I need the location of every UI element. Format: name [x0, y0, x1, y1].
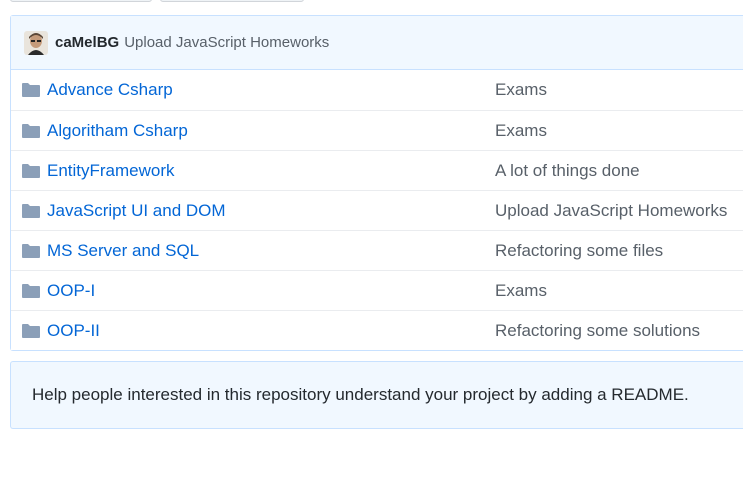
file-name-link[interactable]: OOP-II	[47, 321, 100, 341]
file-commit-message[interactable]: Refactoring some solutions	[495, 321, 700, 341]
top-button-group	[10, 0, 310, 2]
file-row[interactable]: JavaScript UI and DOM Upload JavaScript H…	[11, 190, 743, 230]
readme-prompt-box: Help people interested in this repositor…	[10, 361, 743, 429]
commit-tease: caMelBG Upload JavaScript Homeworks	[11, 16, 743, 70]
toolbar-button-right[interactable]	[160, 0, 304, 2]
file-name-link[interactable]: Advance Csharp	[47, 80, 173, 100]
file-commit-message[interactable]: Upload JavaScript Homeworks	[495, 201, 727, 221]
file-row[interactable]: OOP-I Exams	[11, 270, 743, 310]
file-navigation: caMelBG Upload JavaScript Homeworks Adva…	[10, 15, 743, 351]
avatar[interactable]	[24, 30, 48, 55]
folder-icon	[22, 284, 40, 298]
file-commit-message[interactable]: Refactoring some files	[495, 241, 663, 261]
folder-icon	[22, 204, 40, 218]
folder-icon	[22, 324, 40, 338]
readme-prompt-text: Help people interested in this repositor…	[32, 385, 689, 404]
file-row[interactable]: Algoritham Csharp Exams	[11, 110, 743, 150]
folder-icon	[22, 124, 40, 138]
file-name-link[interactable]: MS Server and SQL	[47, 241, 199, 261]
folder-icon	[22, 164, 40, 178]
file-commit-message[interactable]: A lot of things done	[495, 161, 640, 181]
file-name-link[interactable]: JavaScript UI and DOM	[47, 201, 226, 221]
file-commit-message[interactable]: Exams	[495, 121, 547, 141]
folder-icon	[22, 244, 40, 258]
file-row[interactable]: MS Server and SQL Refactoring some files	[11, 230, 743, 270]
commit-author[interactable]: caMelBG	[55, 34, 119, 51]
file-row[interactable]: Advance Csharp Exams	[11, 70, 743, 110]
file-name-link[interactable]: Algoritham Csharp	[47, 121, 188, 141]
folder-icon	[22, 83, 40, 97]
file-row[interactable]: OOP-II Refactoring some solutions	[11, 310, 743, 350]
file-row[interactable]: EntityFramework A lot of things done	[11, 150, 743, 190]
file-commit-message[interactable]: Exams	[495, 80, 547, 100]
commit-message[interactable]: Upload JavaScript Homeworks	[124, 34, 329, 51]
toolbar-button-left[interactable]	[10, 0, 152, 2]
file-commit-message[interactable]: Exams	[495, 281, 547, 301]
file-name-link[interactable]: OOP-I	[47, 281, 95, 301]
file-table: Advance Csharp Exams Algoritham Csharp Exam…	[11, 70, 743, 350]
file-name-link[interactable]: EntityFramework	[47, 161, 175, 181]
